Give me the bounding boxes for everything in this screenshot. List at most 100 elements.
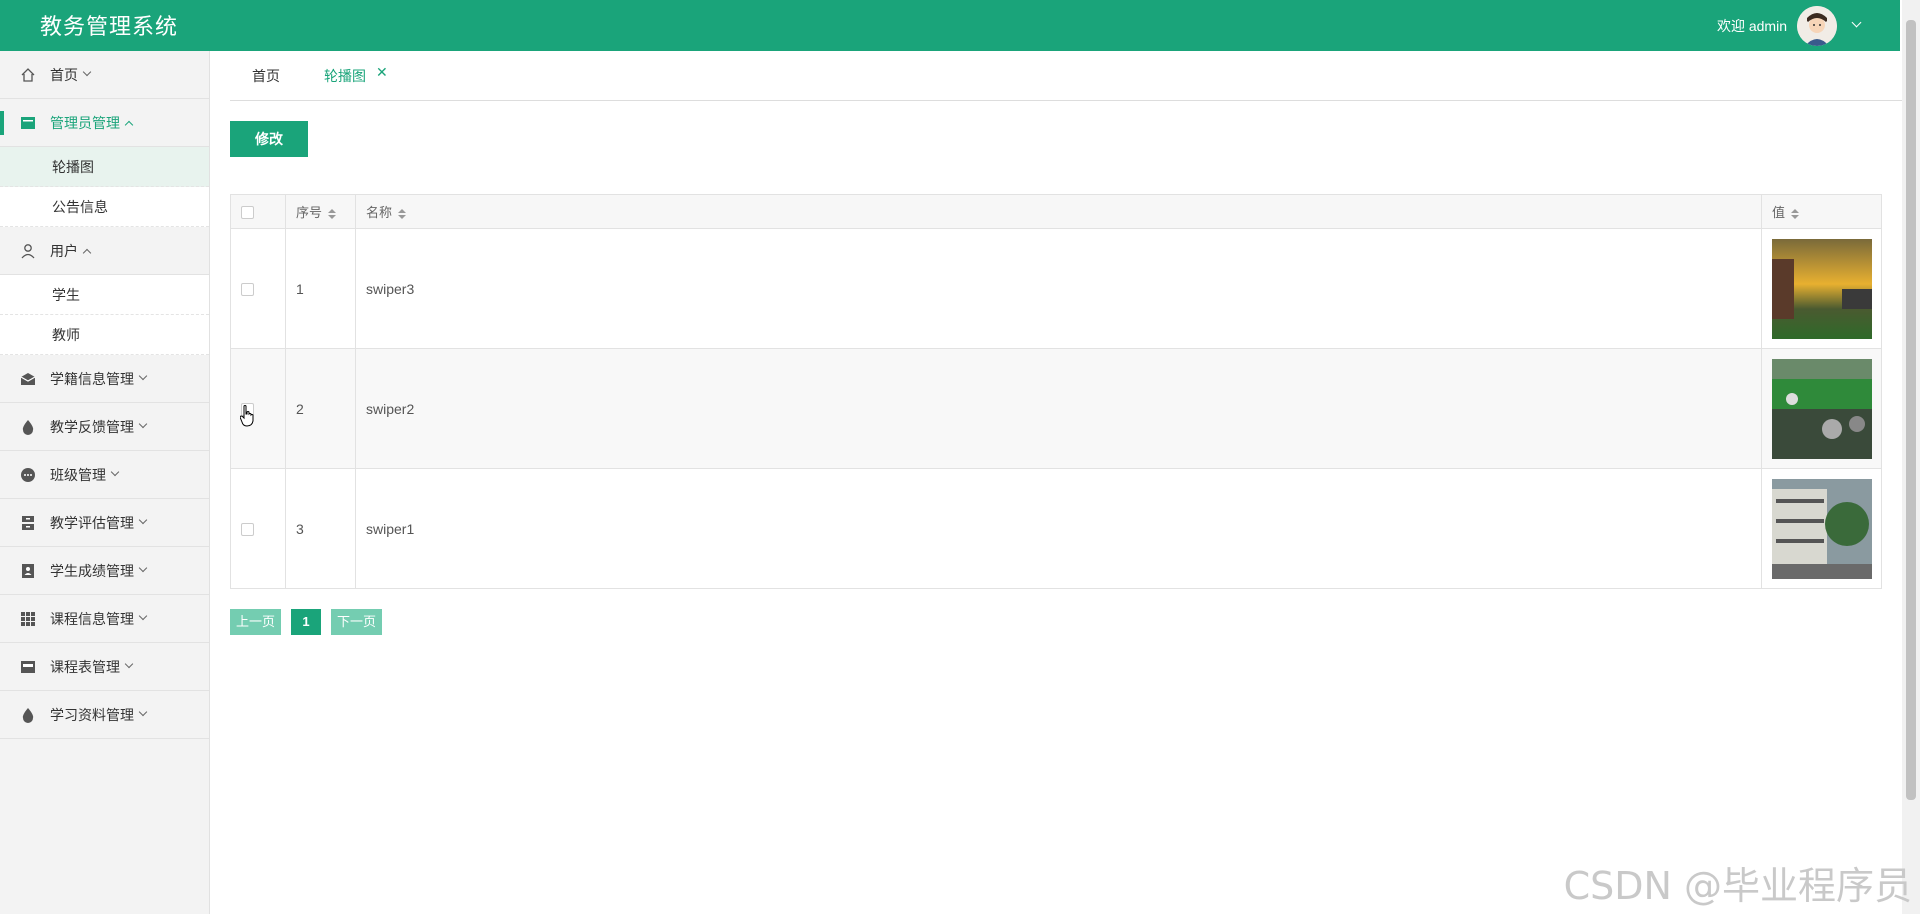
row-checkbox-cell bbox=[230, 468, 286, 589]
column-header-index[interactable]: 序号 bbox=[285, 194, 356, 229]
envelope-icon bbox=[20, 371, 36, 387]
dots-circle-icon bbox=[20, 467, 36, 483]
page-1-button[interactable]: 1 bbox=[291, 609, 322, 635]
sidebar-item-schedule[interactable]: 课程表管理 bbox=[0, 643, 209, 691]
row-index: 1 bbox=[285, 228, 356, 349]
sidebar-subitem-notice[interactable]: 公告信息 bbox=[0, 187, 209, 227]
row-checkbox-cell bbox=[230, 348, 286, 469]
app-title: 教务管理系统 bbox=[40, 14, 179, 39]
table-row[interactable]: 3 swiper1 bbox=[230, 468, 1882, 589]
server-icon bbox=[20, 515, 36, 531]
grid-icon bbox=[20, 611, 36, 627]
school-building-photo[interactable] bbox=[1772, 478, 1872, 579]
contact-book-icon bbox=[20, 563, 36, 579]
row-index: 2 bbox=[285, 348, 356, 469]
sidebar-item-label: 教学反馈管理 bbox=[50, 418, 134, 435]
drop-icon bbox=[20, 419, 36, 435]
prev-page-button[interactable]: 上一页 bbox=[230, 609, 282, 635]
sidebar-item-label: 首页 bbox=[50, 66, 78, 83]
scrollbar-thumb[interactable] bbox=[1906, 20, 1916, 800]
tab-home[interactable]: 首页 bbox=[230, 52, 302, 100]
drop-icon bbox=[20, 707, 36, 723]
sidebar-item-users[interactable]: 用户 bbox=[0, 227, 209, 275]
row-checkbox[interactable] bbox=[241, 523, 254, 537]
tab-carousel[interactable]: 轮播图 ✕ bbox=[302, 52, 410, 100]
row-name: swiper3 bbox=[355, 228, 1762, 349]
hand-cursor-icon bbox=[240, 405, 254, 427]
chevron-down-icon bbox=[124, 659, 134, 668]
sidebar-item-label: 学习资料管理 bbox=[50, 706, 134, 723]
chevron-up-icon bbox=[124, 120, 134, 129]
table-row[interactable]: 2 swiper2 bbox=[230, 348, 1882, 469]
select-all-cell bbox=[230, 194, 286, 229]
avatar-icon bbox=[1797, 5, 1837, 46]
chevron-down-icon bbox=[138, 611, 148, 620]
chevron-down-icon bbox=[138, 419, 148, 428]
watermark-text: CSDN @毕业程序员 bbox=[1563, 864, 1912, 908]
welcome-text: 欢迎 admin bbox=[1716, 17, 1787, 34]
row-index: 3 bbox=[285, 468, 356, 589]
chevron-down-icon bbox=[110, 467, 120, 476]
sidebar-item-label: 学生成绩管理 bbox=[50, 562, 134, 579]
column-header-value[interactable]: 值 bbox=[1761, 194, 1882, 229]
sidebar-item-label: 教学评估管理 bbox=[50, 514, 134, 531]
sidebar-item-label: 学籍信息管理 bbox=[50, 370, 134, 387]
sidebar-subitem-carousel[interactable]: 轮播图 bbox=[0, 147, 209, 187]
column-header-name[interactable]: 名称 bbox=[355, 194, 1762, 229]
sidebar-item-courses[interactable]: 课程信息管理 bbox=[0, 595, 209, 643]
sidebar-item-admin[interactable]: 管理员管理 bbox=[0, 99, 209, 147]
chevron-down-icon bbox=[138, 371, 148, 380]
store-icon bbox=[20, 659, 36, 675]
home-icon bbox=[20, 67, 36, 83]
sidebar-item-home[interactable]: 首页 bbox=[0, 51, 209, 99]
chevron-down-icon bbox=[138, 515, 148, 524]
row-checkbox-cell bbox=[230, 228, 286, 349]
sidebar-item-evaluation[interactable]: 教学评估管理 bbox=[0, 499, 209, 547]
avatar[interactable] bbox=[1797, 5, 1837, 46]
vertical-scrollbar[interactable] bbox=[1902, 0, 1920, 914]
sidebar-item-materials[interactable]: 学习资料管理 bbox=[0, 691, 209, 739]
top-header: 教务管理系统 欢迎 admin bbox=[0, 0, 1900, 51]
row-image-cell bbox=[1761, 468, 1882, 589]
table-row[interactable]: 1 swiper3 bbox=[230, 228, 1882, 349]
sidebar-item-label: 用户 bbox=[50, 242, 78, 259]
sidebar-subitem-teacher[interactable]: 教师 bbox=[0, 315, 209, 355]
sidebar-item-label: 课程信息管理 bbox=[50, 610, 134, 627]
sidebar-item-enrollment[interactable]: 学籍信息管理 bbox=[0, 355, 209, 403]
select-all-checkbox[interactable] bbox=[241, 206, 254, 220]
tab-bar: 首页 轮播图 ✕ bbox=[230, 51, 1902, 101]
sidebar-item-feedback[interactable]: 教学反馈管理 bbox=[0, 403, 209, 451]
carousel-table: 序号 名称 值 1 swiper3 2 swiper2 3 swiper1 bbox=[230, 194, 1882, 589]
admin-card-icon bbox=[20, 115, 36, 131]
table-header-row: 序号 名称 值 bbox=[230, 194, 1882, 229]
sidebar-item-label: 管理员管理 bbox=[50, 114, 120, 131]
chevron-down-icon[interactable] bbox=[1851, 17, 1862, 28]
sidebar-item-label: 课程表管理 bbox=[50, 658, 120, 675]
tab-label: 轮播图 bbox=[324, 68, 366, 84]
sort-icon[interactable] bbox=[398, 208, 407, 219]
sports-field-photo[interactable] bbox=[1772, 358, 1872, 459]
row-image-cell bbox=[1761, 348, 1882, 469]
pagination: 上一页 1 下一页 bbox=[230, 609, 383, 635]
row-image-cell bbox=[1761, 228, 1882, 349]
sidebar: 首页 管理员管理 轮播图 公告信息 用户 学生 教师 学籍信息管理 教学反馈管理 bbox=[0, 51, 210, 914]
chevron-down-icon bbox=[138, 563, 148, 572]
next-page-button[interactable]: 下一页 bbox=[331, 609, 383, 635]
close-icon[interactable]: ✕ bbox=[376, 64, 388, 80]
sidebar-item-grades[interactable]: 学生成绩管理 bbox=[0, 547, 209, 595]
sidebar-subitem-student[interactable]: 学生 bbox=[0, 275, 209, 315]
sidebar-item-label: 班级管理 bbox=[50, 466, 106, 483]
chevron-up-icon bbox=[82, 248, 92, 257]
user-icon bbox=[20, 243, 36, 259]
sidebar-item-class[interactable]: 班级管理 bbox=[0, 451, 209, 499]
row-name: swiper2 bbox=[355, 348, 1762, 469]
sunset-campus-photo[interactable] bbox=[1772, 238, 1872, 339]
user-menu[interactable]: 欢迎 admin bbox=[1716, 0, 1862, 51]
sort-icon[interactable] bbox=[1791, 208, 1800, 219]
chevron-down-icon bbox=[82, 67, 92, 76]
edit-button[interactable]: 修改 bbox=[230, 121, 308, 157]
row-checkbox[interactable] bbox=[241, 283, 254, 297]
chevron-down-icon bbox=[138, 707, 148, 716]
sort-icon[interactable] bbox=[328, 208, 337, 219]
row-name: swiper1 bbox=[355, 468, 1762, 589]
